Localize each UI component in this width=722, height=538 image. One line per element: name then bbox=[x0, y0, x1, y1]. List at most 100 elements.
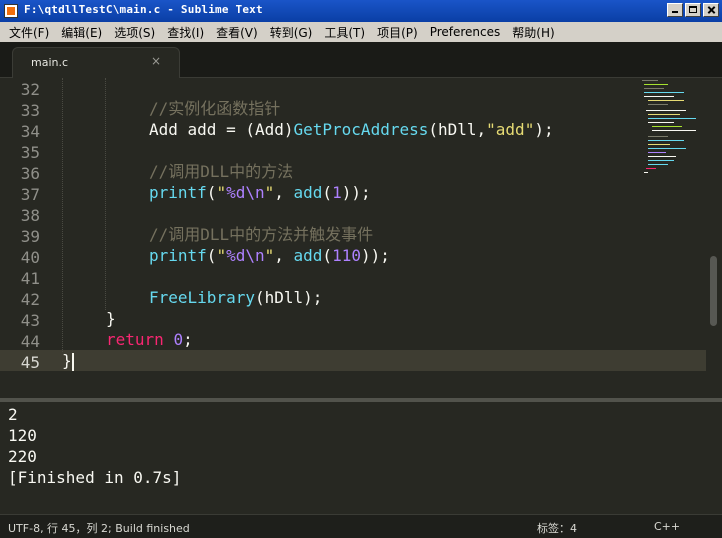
minimap-line bbox=[652, 130, 696, 131]
tab-bar: main.c × bbox=[0, 42, 722, 78]
minimap-line bbox=[648, 156, 676, 157]
line-number: 41 bbox=[20, 269, 40, 288]
syntax-indicator[interactable]: C++ bbox=[654, 520, 680, 533]
minimap-line bbox=[648, 118, 696, 119]
minimap[interactable] bbox=[640, 78, 706, 198]
line-number-current: 45 bbox=[20, 353, 40, 372]
menu-goto[interactable]: 转到(G) bbox=[264, 24, 319, 41]
output-line: 2 bbox=[8, 405, 18, 424]
code-line-33: //实例化函数指针 bbox=[149, 98, 280, 119]
menu-file[interactable]: 文件(F) bbox=[0, 24, 55, 41]
line-number: 32 bbox=[20, 80, 40, 99]
tab-size-indicator[interactable]: 标签：4 bbox=[537, 520, 577, 536]
editor-scrollbar-thumb[interactable] bbox=[710, 256, 717, 326]
format-specifier: %d bbox=[226, 246, 246, 265]
line-number: 44 bbox=[20, 332, 40, 351]
text-cursor bbox=[71, 352, 74, 371]
code-text: ( bbox=[322, 183, 333, 202]
tab-main-c[interactable]: main.c × bbox=[12, 47, 180, 78]
code-text: , bbox=[274, 246, 294, 265]
menu-bar: 文件(F) 编辑(E) 选项(S) 查找(I) 查看(V) 转到(G) 工具(T… bbox=[0, 22, 722, 42]
code-line-40: printf("%d\n", add(110)); bbox=[149, 245, 390, 266]
minimap-line bbox=[648, 160, 674, 161]
minimap-line bbox=[648, 164, 668, 165]
minimap-line bbox=[648, 148, 686, 149]
line-number: 35 bbox=[20, 143, 40, 162]
tab-close-icon[interactable]: × bbox=[151, 54, 161, 68]
minimap-line bbox=[644, 84, 668, 85]
close-window-button[interactable] bbox=[703, 3, 719, 17]
code-text: )); bbox=[360, 246, 390, 265]
function-name: add bbox=[293, 246, 323, 265]
minimap-line bbox=[648, 114, 680, 115]
menu-help[interactable]: 帮助(H) bbox=[506, 24, 560, 41]
menu-edit[interactable]: 编辑(E) bbox=[55, 24, 108, 41]
code-line-42: FreeLibrary(hDll); bbox=[149, 287, 322, 308]
code-editor[interactable]: 32 33 34 35 36 37 38 39 40 41 42 43 44 4… bbox=[0, 78, 706, 398]
line-number: 37 bbox=[20, 185, 40, 204]
minimap-line bbox=[644, 88, 664, 89]
window-controls bbox=[667, 3, 719, 17]
code-line-45: } bbox=[62, 350, 74, 371]
string-literal: "add" bbox=[486, 120, 535, 139]
line-number: 38 bbox=[20, 206, 40, 225]
string-quote: " bbox=[264, 246, 275, 265]
menu-selection[interactable]: 选项(S) bbox=[108, 24, 161, 41]
indent-guide bbox=[105, 78, 107, 310]
menu-tools[interactable]: 工具(T) bbox=[318, 24, 371, 41]
minimap-line bbox=[648, 144, 670, 145]
maximize-button[interactable] bbox=[685, 3, 701, 17]
output-line: [Finished in 0.7s] bbox=[8, 468, 182, 487]
code-text: (hDll); bbox=[254, 288, 323, 307]
code-text: } bbox=[62, 351, 72, 370]
current-line-highlight bbox=[0, 350, 706, 371]
code-line-44: return 0; bbox=[106, 329, 193, 350]
line-number: 36 bbox=[20, 164, 40, 183]
code-text: ; bbox=[183, 330, 193, 349]
minimap-line bbox=[644, 92, 684, 93]
code-line-39: //调用DLL中的方法并触发事件 bbox=[149, 224, 373, 245]
line-number: 39 bbox=[20, 227, 40, 246]
code-line-36: //调用DLL中的方法 bbox=[149, 161, 293, 182]
keyword: return bbox=[106, 330, 164, 349]
minimap-line bbox=[648, 104, 668, 105]
minimap-line bbox=[646, 110, 686, 111]
string-quote: " bbox=[216, 246, 227, 265]
menu-view[interactable]: 查看(V) bbox=[210, 24, 264, 41]
line-number: 42 bbox=[20, 290, 40, 309]
function-name: add bbox=[293, 183, 323, 202]
minimap-line bbox=[648, 100, 684, 101]
menu-find[interactable]: 查找(I) bbox=[161, 24, 210, 41]
minimap-line bbox=[648, 122, 674, 123]
line-number: 43 bbox=[20, 311, 40, 330]
minimap-line bbox=[644, 96, 674, 97]
minimap-line bbox=[646, 168, 656, 169]
code-text: ( bbox=[206, 246, 217, 265]
menu-preferences[interactable]: Preferences bbox=[424, 25, 507, 39]
minimap-line bbox=[642, 80, 658, 81]
code-text: )); bbox=[341, 183, 371, 202]
status-bar: UTF-8, 行 45，列 2; Build finished 标签：4 C++ bbox=[0, 514, 722, 538]
code-line-43: } bbox=[106, 308, 116, 329]
minimap-line bbox=[644, 172, 648, 173]
build-output-panel[interactable]: 2 120 220 [Finished in 0.7s] bbox=[0, 398, 722, 514]
comment: //调用DLL中的方法 bbox=[149, 162, 294, 181]
editor-scrollbar[interactable] bbox=[706, 78, 722, 398]
escape-sequence: \n bbox=[245, 183, 265, 202]
string-quote: " bbox=[216, 183, 227, 202]
minimap-line bbox=[648, 152, 666, 153]
code-text: ( bbox=[206, 183, 217, 202]
output-line: 120 bbox=[8, 426, 37, 445]
line-number-gutter: 32 33 34 35 36 37 38 39 40 41 42 43 44 4… bbox=[0, 78, 48, 398]
number-literal: 1 bbox=[332, 183, 342, 202]
sublime-app-icon bbox=[4, 4, 18, 18]
code-line-37: printf("%d\n", add(1)); bbox=[149, 182, 371, 203]
minimap-line bbox=[652, 126, 682, 127]
code-text: (hDll, bbox=[428, 120, 487, 139]
menu-project[interactable]: 项目(P) bbox=[371, 24, 424, 41]
indent-guide bbox=[62, 78, 64, 352]
output-line: 220 bbox=[8, 447, 37, 466]
minimize-button[interactable] bbox=[667, 3, 683, 17]
code-line-34: Add add = (Add)GetProcAddress(hDll,"add"… bbox=[149, 119, 554, 140]
